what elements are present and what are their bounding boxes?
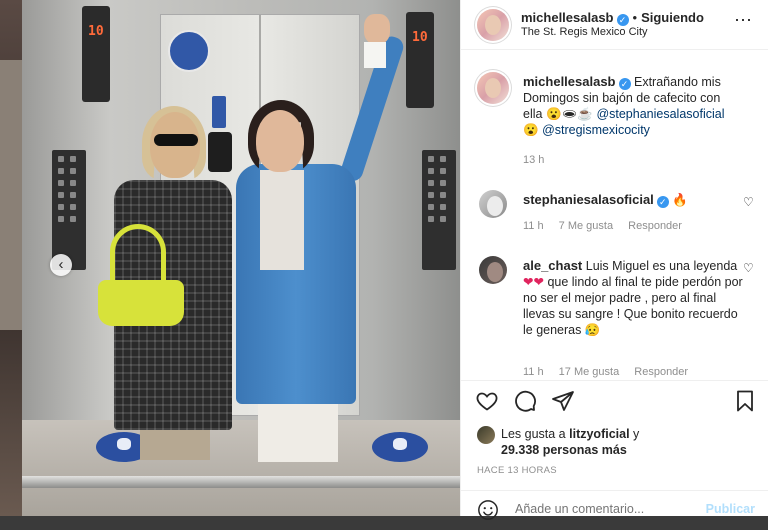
save-bookmark-icon[interactable] (733, 389, 757, 413)
comment-emoji: 😥 (584, 323, 601, 337)
post-photo[interactable]: 10 10 ‹ (22, 0, 460, 516)
comment-text: 🔥 (672, 193, 688, 207)
emoji-picker-icon[interactable] (477, 499, 499, 521)
elevator-keypad-left (52, 150, 86, 270)
post-actions-bar (461, 380, 768, 422)
caption-mention-stephanie[interactable]: @stephaniesalasoficial (596, 107, 724, 121)
liker-username[interactable]: litzyoficial (569, 427, 629, 441)
comments-list[interactable]: michellesalasb ✓ Extrañando mis Domingos … (461, 50, 768, 380)
tissue (364, 42, 386, 68)
verified-badge-icon: ✓ (656, 196, 669, 208)
raised-hand (364, 14, 390, 44)
elevator-floor-display-right: 10 (406, 12, 434, 108)
caption-author-avatar[interactable] (477, 72, 509, 104)
comment-time: 11 h (523, 366, 544, 378)
comment-author-avatar[interactable] (479, 256, 507, 284)
background-left-edge (0, 0, 22, 516)
comment-bubble-icon[interactable] (513, 389, 537, 413)
caption-emoji: 😮 (523, 123, 539, 137)
caption-time: 13 h (523, 154, 545, 166)
following-button[interactable]: Siguiendo (641, 10, 704, 25)
person-right-head (256, 110, 304, 172)
comment-author-username[interactable]: stephaniesalasoficial (523, 192, 654, 207)
reply-button[interactable]: Responder (628, 220, 682, 232)
comment-time: 11 h (523, 220, 544, 232)
comment-text-continued: que lindo al final te pide perdón por no… (523, 275, 743, 337)
comment-hearts: ❤❤ (523, 275, 544, 289)
author-username[interactable]: michellesalasb (521, 10, 614, 25)
reply-button[interactable]: Responder (634, 366, 688, 378)
post-location[interactable]: The St. Regis Mexico City (521, 26, 648, 38)
handbag-strap (110, 224, 166, 286)
more-options-icon[interactable]: ⋯ (734, 10, 753, 31)
comment-text: Luis Miguel es una leyenda (585, 259, 738, 273)
comment-author-avatar[interactable] (479, 190, 507, 218)
share-paper-plane-icon[interactable] (551, 389, 575, 413)
caption-author-username[interactable]: michellesalasb (523, 74, 616, 89)
smartphone (208, 132, 232, 172)
likes-count[interactable]: 29.338 personas más (501, 443, 627, 457)
verified-badge-icon: ✓ (616, 14, 629, 26)
sunglasses (154, 134, 198, 146)
post-header: michellesalasb ✓ • Siguiendo The St. Regis … (461, 0, 768, 50)
person-right-shirt (260, 170, 304, 270)
add-comment-bar: Publicar (461, 490, 768, 530)
elevator-floor-display-left: 10 (82, 6, 110, 102)
like-comment-heart-icon[interactable]: ♡ (743, 196, 755, 208)
author-avatar[interactable] (477, 9, 509, 41)
likes-prefix: Les gusta a (501, 427, 566, 441)
carousel-prev-button[interactable]: ‹ (50, 254, 72, 276)
comment-likes[interactable]: 7 Me gusta (559, 220, 613, 232)
elevator-handrail (22, 476, 460, 488)
comment-author-username[interactable]: ale_chast (523, 258, 582, 273)
post-sidebar: michellesalasb ✓ • Siguiendo The St. Regis … (460, 0, 768, 520)
liker-avatar[interactable] (477, 426, 495, 444)
likes-connector: y (633, 427, 640, 441)
comment-likes[interactable]: 17 Me gusta (559, 366, 620, 378)
hotel-sticker (168, 30, 210, 72)
elevator-keypad-right (422, 150, 456, 270)
post-timestamp[interactable]: HACE 13 HORAS (477, 465, 557, 476)
like-heart-icon[interactable] (475, 389, 499, 413)
yellow-handbag (98, 280, 184, 326)
caption-emojis: 😮🕳☕ (545, 107, 593, 121)
verified-badge-icon: ✓ (618, 78, 631, 90)
comment-input[interactable] (513, 501, 697, 517)
background-strip (0, 60, 22, 330)
caption-mention-stregis[interactable]: @stregismexicocity (542, 123, 650, 137)
like-comment-heart-icon[interactable]: ♡ (743, 262, 755, 274)
separator-dot: • (632, 10, 638, 25)
floor-footprint-sticker (372, 432, 428, 462)
sanitizer-sign (212, 96, 226, 128)
publish-button[interactable]: Publicar (706, 502, 755, 516)
